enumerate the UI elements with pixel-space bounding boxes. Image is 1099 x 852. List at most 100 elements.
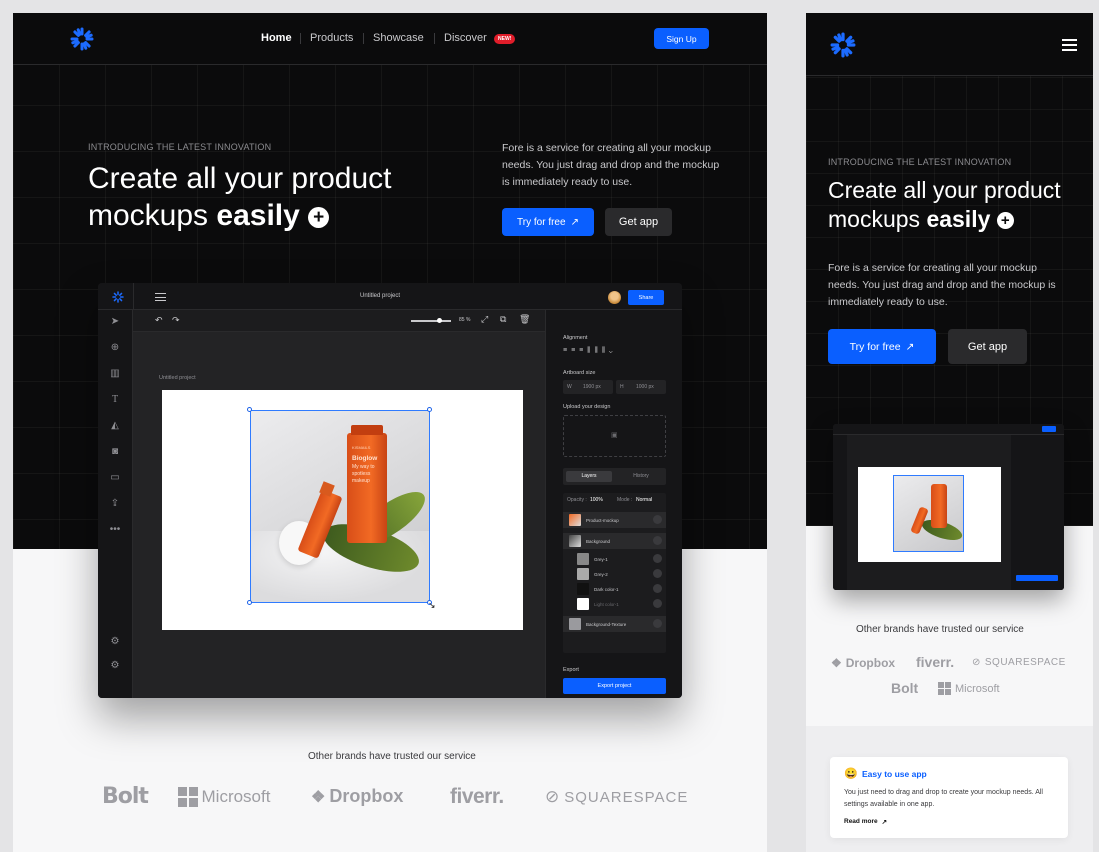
export-project-button [1016,575,1058,581]
mobile-hero-description: Fore is a service for creating all your … [828,262,1056,308]
editor-topbar: Untitled project Share [98,283,682,310]
microsoft-icon [938,682,951,695]
nav-products[interactable]: Products [310,32,353,44]
smile-emoji-icon: 😀 [844,768,858,780]
mobile-try-free-button[interactable]: Try for free ↗ [828,329,936,364]
eye-icon[interactable] [653,599,662,608]
logo-icon [112,291,124,303]
nav-divider [434,33,435,44]
more-icon[interactable]: ••• [108,523,122,537]
project-title: Untitled project [360,293,401,299]
trash-icon[interactable]: 🗑 [519,314,530,325]
squarespace-icon: ⊘ [545,787,561,806]
resize-handle[interactable] [247,600,252,605]
gear-icon[interactable]: ⚙ [108,659,122,673]
camera-icon[interactable]: ◙ [108,445,122,459]
mobile-get-app-button[interactable]: Get app [948,329,1027,364]
zoom-value: 85 % [459,317,471,323]
shapes-icon[interactable]: ◭ [108,419,122,433]
nav-home[interactable]: Home [261,32,292,44]
nav-showcase[interactable]: Showcase [373,32,424,44]
layer-item[interactable]: Light color-1 [563,596,666,612]
divider [133,283,134,310]
desktop-preview: Home Products Showcase Discover NEW! Sig… [13,13,767,852]
editor-mockup: Untitled project Share ➤ ⊕ ▥ T ◭ ◙ ▭ ⇪ •… [98,283,682,698]
squarespace-icon: ⊘ [972,657,981,668]
read-more-link[interactable]: Read more ↗ [844,818,887,826]
upload-dropzone[interactable]: ▣ [563,415,666,457]
logo-icon[interactable] [830,32,856,58]
logo-icon[interactable] [70,27,94,51]
brand-microsoft-logo: Microsoft [938,682,1000,695]
text-icon[interactable]: T [108,393,122,407]
tab-layers[interactable]: Layers [566,471,612,482]
brand-microsoft-logo: Microsoft [178,787,270,807]
zoom-slider-handle[interactable] [437,318,442,323]
redo-icon[interactable]: ↷ [172,315,180,326]
eye-icon[interactable] [653,515,662,524]
layout-icon[interactable]: ▥ [108,367,122,381]
layer-item[interactable]: Background [563,533,666,549]
dropbox-icon: ❖ [311,788,326,806]
avatar[interactable] [608,291,621,304]
hamburger-menu-icon[interactable] [1062,39,1077,51]
headline-emphasis: easily [216,199,300,232]
brand-fiverr-logo: fiverr. [450,785,504,808]
sign-up-button[interactable]: Sign Up [654,28,709,49]
eye-icon[interactable] [653,619,662,628]
layer-item[interactable]: Grey-2 [563,566,666,582]
brand-bolt-logo: Bolt [102,784,149,809]
feature-card: 😀 Easy to use app You just need to drag … [830,757,1068,838]
export-label: Export [563,667,579,673]
alignment-icons[interactable]: ≡≡≡⫼⫼⫼⌄ [563,347,617,355]
get-app-button[interactable]: Get app [605,208,672,236]
mobile-brands-title: Other brands have trusted our service [856,624,1024,635]
brand-squarespace-logo: ⊘ SQUARESPACE [972,657,1066,668]
mobile-hero-eyebrow: INTRODUCING THE LATEST INNOVATION [828,157,1012,167]
upload-icon[interactable]: ⇪ [108,497,122,511]
fullscreen-icon[interactable]: ⤢ [481,314,488,325]
menu-icon[interactable] [155,293,166,301]
copy-icon[interactable]: ⧉ [500,314,506,325]
upload-label: Upload your design [563,404,611,410]
mobile-editor-mockup [833,424,1064,590]
selection-box[interactable] [250,410,430,603]
artboard-size-label: Artboard size [563,370,596,376]
video-icon[interactable]: ▭ [108,471,122,485]
microsoft-icon [178,787,198,807]
layer-item[interactable]: Product-mockup [563,512,666,528]
add-icon[interactable]: ⊕ [108,341,122,355]
canvas-label: Untitled project [159,375,196,381]
image-icon: ▣ [611,432,618,439]
width-field[interactable]: W 1900 px [563,380,613,394]
eye-icon[interactable] [653,584,662,593]
eye-icon[interactable] [653,554,662,563]
eye-icon[interactable] [653,536,662,545]
export-project-button[interactable]: Export project [563,678,666,694]
layer-item[interactable]: Grey-1 [563,551,666,567]
feature-description: You just need to drag and drop to create… [844,789,1043,808]
undo-icon[interactable]: ↶ [155,315,163,326]
height-field[interactable]: H 1000 px [616,380,666,394]
nav-discover[interactable]: Discover [444,32,487,44]
editor-canvas[interactable]: Untitled project KISMAILS Bioglow My way… [133,332,545,698]
headline-line-2: mockups [88,199,217,232]
resize-handle[interactable] [247,407,252,412]
brand-squarespace-logo: ⊘ SQUARESPACE [545,787,689,806]
brand-dropbox-logo: ❖ Dropbox [831,656,896,670]
cursor-icon[interactable]: ➤ [108,315,122,329]
resize-handle[interactable] [427,407,432,412]
hero-headline: Create all your product mockups easily + [88,160,468,234]
arrow-up-right-icon: ↗ [570,216,579,228]
layer-item[interactable]: Background-Texture [563,616,666,632]
eye-icon[interactable] [653,569,662,578]
settings-icon[interactable]: ⚙ [108,635,122,649]
try-free-button[interactable]: Try for free ↗ [502,208,594,236]
layer-item[interactable]: Dark color-1 [563,581,666,597]
tab-history[interactable]: History [618,471,664,482]
share-button[interactable]: Share [628,290,664,305]
nav-divider [300,33,301,44]
zoom-slider[interactable] [411,320,451,322]
feature-title: Easy to use app [862,769,927,779]
nav-divider [363,33,364,44]
